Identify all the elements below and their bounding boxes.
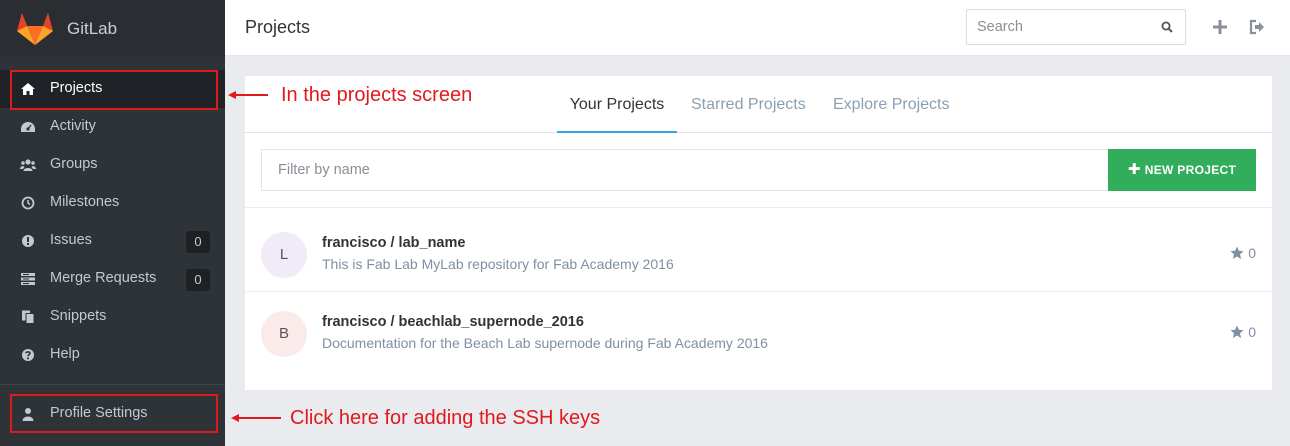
sidebar-item-label: Activity bbox=[50, 118, 96, 134]
sidebar-item-label: Help bbox=[50, 346, 80, 362]
filter-row: ✚NEW PROJECT bbox=[261, 149, 1256, 191]
avatar[interactable]: L bbox=[261, 232, 307, 278]
sidebar-item-label: Issues bbox=[50, 232, 92, 248]
project-name-link[interactable]: francisco / lab_name bbox=[322, 235, 465, 251]
avatar[interactable]: B bbox=[261, 311, 307, 357]
sidebar-item-activity[interactable]: Activity bbox=[0, 108, 225, 146]
sidebar-nav: Projects Activity Groups Milestones Issu… bbox=[0, 70, 225, 374]
search-input[interactable] bbox=[967, 10, 1152, 44]
search-box[interactable] bbox=[966, 9, 1186, 45]
copy-icon bbox=[22, 310, 35, 324]
merge-requests-count-badge: 0 bbox=[186, 269, 210, 291]
plus-icon[interactable] bbox=[1212, 19, 1228, 35]
sidebar-item-label: Milestones bbox=[50, 194, 120, 210]
dashboard-icon bbox=[21, 122, 35, 132]
star-count: 0 bbox=[1248, 245, 1256, 261]
sidebar-item-issues[interactable]: Issues 0 bbox=[0, 222, 225, 260]
tab-explore-projects[interactable]: Explore Projects bbox=[833, 96, 950, 133]
clock-icon bbox=[21, 196, 35, 210]
sidebar-item-milestones[interactable]: Milestones bbox=[0, 184, 225, 222]
tab-starred-projects[interactable]: Starred Projects bbox=[691, 96, 806, 133]
star-icon bbox=[1230, 246, 1244, 259]
list-item[interactable]: B francisco / beachlab_supernode_2016 Do… bbox=[245, 290, 1272, 370]
list-divider bbox=[245, 207, 1272, 208]
profile-settings-highlight-box bbox=[10, 394, 218, 433]
brand-name[interactable]: GitLab bbox=[67, 19, 117, 39]
sidebar-item-help[interactable]: Help bbox=[0, 336, 225, 374]
sidebar-item-label: Snippets bbox=[50, 308, 107, 324]
sidebar: GitLab Projects Activity Groups Mileston… bbox=[0, 0, 225, 446]
sidebar-item-merge-requests[interactable]: Merge Requests 0 bbox=[0, 260, 225, 298]
annotation-projects-note: In the projects screen bbox=[281, 84, 473, 106]
plus-icon: ✚ bbox=[1127, 161, 1141, 178]
annotation-profile-note: Click here for adding the SSH keys bbox=[290, 407, 601, 429]
projects-panel: Your Projects Starred Projects Explore P… bbox=[245, 76, 1272, 390]
list-item[interactable]: L francisco / lab_name This is Fab Lab M… bbox=[245, 211, 1272, 291]
sign-out-icon[interactable] bbox=[1249, 19, 1265, 35]
project-description: Documentation for the Beach Lab supernod… bbox=[322, 335, 768, 351]
list-icon bbox=[21, 273, 35, 285]
question-circle-icon bbox=[22, 349, 34, 361]
star-icon bbox=[1230, 325, 1244, 338]
annotation-arrow bbox=[237, 417, 281, 419]
projects-highlight-box bbox=[10, 70, 218, 110]
top-header: Projects bbox=[225, 0, 1290, 56]
issues-count-badge: 0 bbox=[186, 231, 210, 253]
project-description: This is Fab Lab MyLab repository for Fab… bbox=[322, 256, 674, 272]
star-count: 0 bbox=[1248, 324, 1256, 340]
gitlab-logo-icon[interactable] bbox=[16, 10, 54, 46]
sidebar-item-groups[interactable]: Groups bbox=[0, 146, 225, 184]
project-name-link[interactable]: francisco / beachlab_supernode_2016 bbox=[322, 314, 584, 330]
brand-bar[interactable]: GitLab bbox=[0, 0, 225, 56]
users-icon bbox=[20, 159, 36, 171]
sidebar-item-label: Groups bbox=[50, 156, 98, 172]
sidebar-item-snippets[interactable]: Snippets bbox=[0, 298, 225, 336]
search-icon[interactable] bbox=[1161, 21, 1173, 33]
page-title: Projects bbox=[245, 17, 311, 37]
sidebar-item-label: Merge Requests bbox=[50, 270, 157, 286]
tab-your-projects[interactable]: Your Projects bbox=[557, 96, 677, 133]
annotation-arrow bbox=[234, 94, 268, 96]
new-project-label: NEW PROJECT bbox=[1144, 163, 1237, 177]
new-project-button[interactable]: ✚ NEW PROJECT bbox=[1108, 149, 1256, 191]
exclamation-circle-icon bbox=[22, 235, 34, 247]
filter-input[interactable] bbox=[262, 150, 1109, 190]
filter-box[interactable] bbox=[261, 149, 1109, 191]
sidebar-divider bbox=[0, 384, 225, 385]
